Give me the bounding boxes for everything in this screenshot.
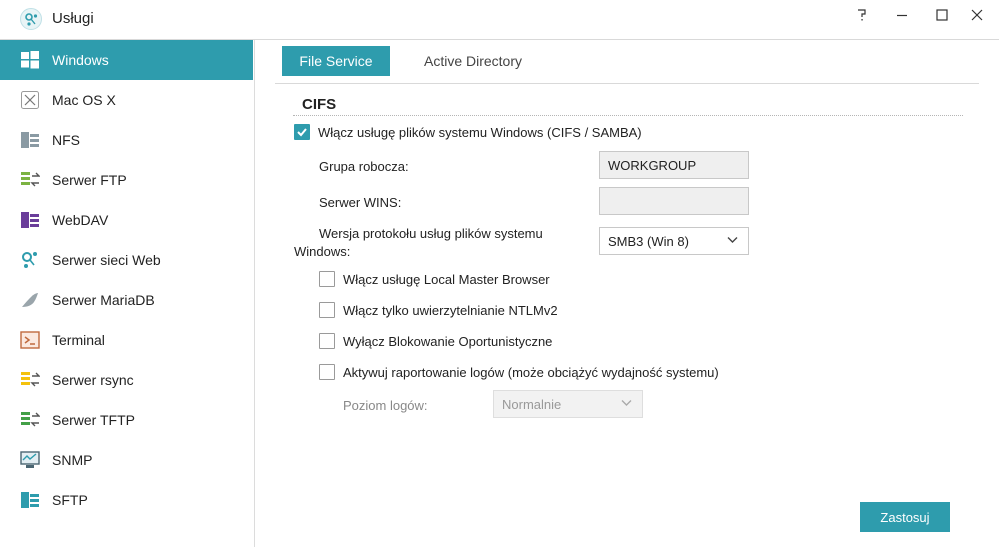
services-app-icon — [20, 8, 42, 30]
chevron-down-icon — [727, 237, 738, 243]
tftp-icon — [21, 412, 40, 427]
sidebar-item-rsync[interactable]: Serwer rsync — [0, 360, 253, 400]
protocol-version-label-line1: Wersja protokołu usług plików systemu — [319, 226, 543, 241]
protocol-version-select[interactable]: SMB3 (Win 8) — [599, 227, 749, 255]
tab-file-service[interactable]: File Service — [282, 46, 390, 76]
enable-logging-label: Aktywuj raportowanie logów (może obciąży… — [343, 365, 719, 380]
close-button[interactable] — [962, 4, 992, 26]
chevron-down-icon — [621, 400, 632, 406]
sidebar-item-ftp-server[interactable]: Serwer FTP — [0, 160, 253, 200]
enable-logging-checkbox[interactable] — [319, 364, 335, 380]
sftp-icon — [21, 492, 39, 508]
windows-logo-icon — [21, 51, 39, 69]
sidebar: Windows Mac OS X NFS Serwer FTP WebDAV S… — [0, 40, 255, 547]
protocol-version-label-line2: Windows: — [294, 244, 351, 259]
checkmark-icon — [297, 128, 307, 137]
sidebar-item-mariadb[interactable]: Serwer MariaDB — [0, 280, 253, 320]
close-icon — [971, 9, 983, 21]
terminal-icon — [20, 331, 40, 349]
sidebar-item-web-server[interactable]: Serwer sieci Web — [0, 240, 253, 280]
protocol-version-value: SMB3 (Win 8) — [608, 234, 689, 249]
help-button[interactable] — [847, 4, 877, 26]
sidebar-item-sftp[interactable]: SFTP — [0, 480, 253, 520]
tab-active-directory[interactable]: Active Directory — [410, 46, 536, 76]
nfs-icon — [21, 132, 39, 148]
macos-icon — [21, 91, 39, 109]
apply-button[interactable]: Zastosuj — [860, 502, 950, 532]
enable-cifs-checkbox[interactable] — [294, 124, 310, 140]
log-level-select[interactable]: Normalnie — [493, 390, 643, 418]
snmp-icon — [20, 451, 40, 468]
enable-cifs-label: Włącz usługę plików systemu Windows (CIF… — [318, 125, 642, 140]
webdav-icon — [21, 212, 39, 228]
wins-server-label: Serwer WINS: — [319, 195, 402, 210]
section-divider — [293, 115, 963, 116]
wins-server-input[interactable] — [599, 187, 749, 215]
sidebar-item-webdav[interactable]: WebDAV — [0, 200, 253, 240]
local-master-browser-label: Włącz usługę Local Master Browser — [343, 272, 550, 287]
minimize-icon — [897, 14, 907, 17]
sidebar-item-label: Windows — [52, 52, 109, 68]
mariadb-icon — [22, 293, 38, 307]
disable-oplocks-checkbox[interactable] — [319, 333, 335, 349]
sidebar-item-label: Serwer sieci Web — [52, 252, 161, 268]
log-level-label: Poziom logów: — [343, 398, 428, 413]
sidebar-item-label: Serwer FTP — [52, 172, 127, 188]
section-title: CIFS — [302, 96, 337, 113]
local-master-browser-checkbox[interactable] — [319, 271, 335, 287]
sidebar-item-terminal[interactable]: Terminal — [0, 320, 253, 360]
window-title: Usługi — [52, 10, 94, 27]
sidebar-item-snmp[interactable]: SNMP — [0, 440, 253, 480]
ntlmv2-only-label: Włącz tylko uwierzytelnianie NTLMv2 — [343, 303, 558, 318]
sidebar-item-label: SFTP — [52, 492, 88, 508]
workgroup-input[interactable]: WORKGROUP — [599, 151, 749, 179]
help-icon — [858, 9, 866, 21]
maximize-button[interactable] — [927, 4, 957, 26]
sidebar-item-label: Mac OS X — [52, 92, 116, 108]
disable-oplocks-label: Wyłącz Blokowanie Oportunistyczne — [343, 334, 553, 349]
title-bar: Usługi — [0, 0, 999, 40]
sidebar-item-label: Serwer MariaDB — [52, 292, 155, 308]
sidebar-item-tftp-server[interactable]: Serwer TFTP — [0, 400, 253, 440]
web-server-icon — [22, 252, 37, 268]
sidebar-item-windows[interactable]: Windows — [0, 40, 253, 80]
sidebar-item-label: Serwer TFTP — [52, 412, 135, 428]
ntlmv2-only-checkbox[interactable] — [319, 302, 335, 318]
tab-divider — [275, 83, 979, 84]
main-panel: File Service Active Directory CIFS Włącz… — [255, 40, 999, 547]
workgroup-label: Grupa robocza: — [319, 159, 409, 174]
sidebar-item-label: SNMP — [52, 452, 93, 468]
maximize-icon — [936, 9, 948, 21]
rsync-icon — [21, 372, 40, 387]
sidebar-item-label: WebDAV — [52, 212, 109, 228]
ftp-server-icon — [21, 172, 40, 187]
log-level-value: Normalnie — [502, 397, 562, 412]
sidebar-item-macos[interactable]: Mac OS X — [0, 80, 253, 120]
minimize-button[interactable] — [887, 4, 917, 26]
sidebar-item-nfs[interactable]: NFS — [0, 120, 253, 160]
sidebar-item-label: Terminal — [52, 332, 105, 348]
sidebar-item-label: NFS — [52, 132, 80, 148]
sidebar-item-label: Serwer rsync — [52, 372, 134, 388]
